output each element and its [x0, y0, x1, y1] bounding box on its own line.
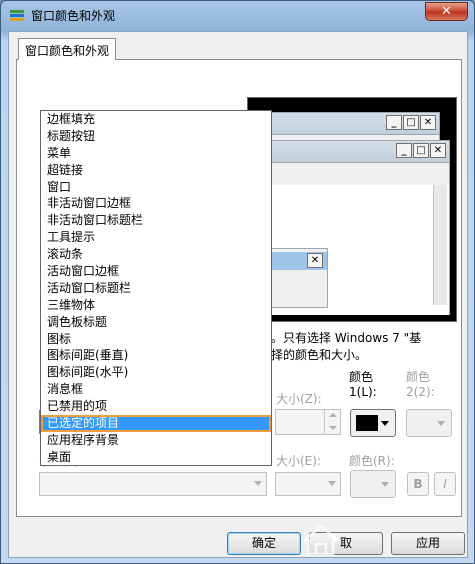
color2-button[interactable] — [406, 409, 452, 437]
maximize-icon: □ — [403, 115, 419, 130]
item-size-spinner[interactable] — [275, 409, 341, 435]
dropdown-item[interactable]: 图标间距(垂直) — [41, 347, 271, 364]
font-select[interactable] — [39, 472, 267, 496]
dropdown-item[interactable]: 边框填充 — [41, 111, 271, 128]
dialog-client-area: 窗口颜色和外观 _ □ ✕ _ □ ✕ ✕ 主题。只有选择 Windows 7 … — [8, 31, 468, 558]
chevron-down-icon — [254, 481, 262, 486]
chevron-down-icon — [381, 482, 389, 487]
chevron-down-icon — [328, 481, 336, 486]
dropdown-item[interactable]: 窗口 — [41, 179, 271, 196]
bold-button[interactable]: B — [407, 472, 429, 496]
dropdown-item[interactable]: 图标 — [41, 331, 271, 348]
dropdown-item[interactable]: 超链接 — [41, 162, 271, 179]
dropdown-item[interactable]: 图标间距(水平) — [41, 364, 271, 381]
close-icon: ✕ — [420, 115, 436, 130]
dropdown-item[interactable]: 滚动条 — [41, 246, 271, 263]
house-logo-icon — [301, 524, 341, 556]
close-icon: ✕ — [307, 253, 323, 268]
dropdown-item[interactable]: 调色板标题 — [41, 314, 271, 331]
minimize-icon: _ — [386, 115, 402, 130]
dropdown-item[interactable]: 工具提示 — [41, 229, 271, 246]
dropdown-item[interactable]: 已禁用的项 — [41, 398, 271, 415]
dropdown-item[interactable]: 消息框 — [41, 381, 271, 398]
item-size-label: 大小(Z): — [276, 392, 322, 406]
color1-label: 颜色 1(L): — [349, 370, 377, 399]
font-color-button[interactable] — [350, 470, 396, 498]
dropdown-item[interactable]: 活动窗口标题栏 — [41, 280, 271, 297]
description-text: 主题。只有选择 Windows 7 "基 处选择的颜色和大小。 — [247, 331, 422, 362]
dropdown-item[interactable]: 非活动窗口边框 — [41, 195, 271, 212]
dropdown-item[interactable]: 桌面 — [41, 449, 271, 466]
window-title: 窗口颜色和外观 — [31, 9, 116, 23]
ok-button[interactable]: 确定 — [227, 532, 301, 555]
title-bar: 窗口颜色和外观 ✕ — [1, 1, 474, 29]
color-swatch — [356, 415, 378, 431]
spin-up-icon[interactable] — [324, 410, 340, 422]
italic-button[interactable]: I — [434, 472, 456, 496]
tab-window-color-appearance[interactable]: 窗口颜色和外观 — [18, 38, 117, 60]
dropdown-item[interactable]: 活动窗口边框 — [41, 263, 271, 280]
color-palette-icon — [10, 10, 24, 21]
font-size-label: 大小(E): — [276, 454, 321, 468]
dropdown-item[interactable]: 菜单 — [41, 145, 271, 162]
dropdown-item[interactable]: 标题按钮 — [41, 128, 271, 145]
close-button[interactable]: ✕ — [425, 2, 468, 21]
dropdown-item[interactable]: 应用程序背景 — [41, 432, 271, 449]
dropdown-item[interactable]: 三维物体 — [41, 297, 271, 314]
dropdown-item[interactable]: 已选定的项目 — [41, 415, 271, 432]
chevron-down-icon — [381, 421, 389, 426]
font-color-label: 颜色(R): — [349, 454, 395, 468]
chevron-down-icon — [437, 421, 445, 426]
close-icon: ✕ — [430, 143, 446, 158]
color2-label: 颜色 2(2): — [406, 370, 435, 399]
dropdown-item[interactable]: 非活动窗口标题栏 — [41, 212, 271, 229]
item-dropdown-list: 边框填充 标题按钮 菜单 超链接 窗口 非活动窗口边框 非活动窗口标题栏 工具提示 滚动条 活动窗… — [40, 110, 272, 466]
tab-panel: _ □ ✕ _ □ ✕ ✕ 主题。只有选择 Windows 7 "基 处选择的颜… — [16, 59, 462, 517]
dialog-window: 窗口颜色和外观 ✕ 窗口颜色和外观 _ □ ✕ _ □ ✕ ✕ 主题。只有选择 … — [0, 0, 475, 564]
appearance-preview: _ □ ✕ _ □ ✕ ✕ — [247, 97, 457, 322]
font-size-select[interactable] — [275, 472, 341, 496]
watermark — [301, 518, 469, 562]
preview-message-box: ✕ — [268, 248, 328, 308]
preview-scrollbar — [433, 185, 447, 305]
color1-button[interactable] — [350, 409, 396, 437]
maximize-icon: □ — [413, 143, 429, 158]
spin-down-icon[interactable] — [324, 422, 340, 434]
minimize-icon: _ — [396, 143, 412, 158]
